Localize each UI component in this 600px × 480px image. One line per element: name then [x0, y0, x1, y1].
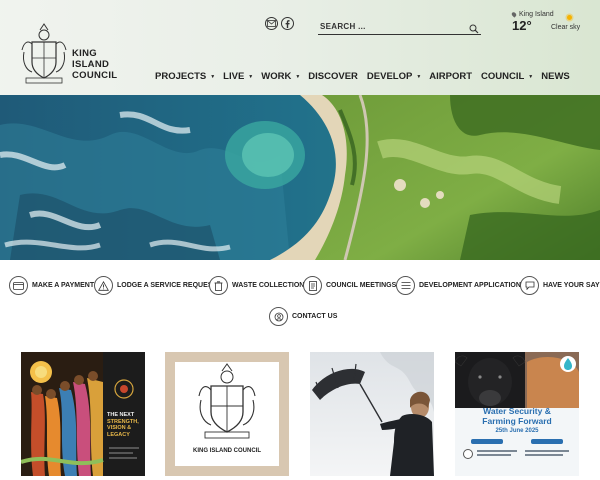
chevron-down-icon: ▼ — [528, 73, 534, 80]
card-title: Water Security & Farming Forward — [455, 406, 579, 426]
nav-news[interactable]: NEWS — [541, 71, 570, 82]
nav-airport-label: AIRPORT — [429, 71, 473, 82]
cattle-photo — [455, 352, 579, 408]
session-tag — [471, 439, 503, 444]
info-line — [525, 454, 563, 456]
council-crest-icon — [198, 363, 256, 439]
news-card-council[interactable]: KING ISLAND COUNCIL — [165, 352, 289, 476]
crest-panel: KING ISLAND COUNCIL — [175, 362, 279, 466]
nav-projects-label: PROJECTS — [155, 71, 207, 82]
nav-projects[interactable]: PROJECTS ▼ — [155, 71, 223, 82]
quick-link-waste-collection[interactable]: WASTE COLLECTION — [209, 276, 304, 295]
facebook-icon[interactable] — [281, 17, 294, 30]
quick-link-label: LODGE A SERVICE REQUEST — [117, 282, 217, 289]
nav-news-label: NEWS — [541, 71, 570, 82]
info-line — [477, 454, 511, 456]
bin-icon — [209, 276, 228, 295]
windy-umbrella-photo — [310, 352, 434, 476]
quick-link-label: HAVE YOUR SAY — [543, 282, 600, 289]
council-wordmark[interactable]: KING ISLAND COUNCIL — [72, 48, 117, 81]
quick-link-label: CONTACT US — [292, 313, 338, 320]
info-line — [525, 450, 569, 452]
quick-link-development-applications[interactable]: DEVELOPMENT APPLICATIONS — [396, 276, 526, 295]
weather-temperature: 12° — [512, 18, 532, 33]
nav-develop-label: DEVELOP — [366, 71, 413, 82]
news-card-weather[interactable] — [310, 352, 434, 476]
nav-develop[interactable]: DEVELOP ▼ — [367, 71, 429, 82]
search-placeholder: SEARCH ... — [320, 22, 366, 31]
quick-link-label: COUNCIL MEETINGS — [326, 282, 397, 289]
search-input[interactable]: SEARCH ... — [318, 20, 481, 35]
search-icon[interactable] — [469, 21, 479, 39]
hero-coast-illustration — [0, 95, 600, 260]
card-title-line-2: Farming Forward — [482, 416, 552, 426]
session-tag — [531, 439, 563, 444]
nav-live[interactable]: LIVE ▼ — [223, 71, 261, 82]
poster-line-4: LEGACY — [107, 431, 130, 438]
main-nav: PROJECTS ▼ LIVE ▼ WORK ▼ DISCOVER DEVELOP ▼ … — [155, 71, 570, 82]
quick-link-council-meetings[interactable]: COUNCIL MEETINGS — [303, 276, 396, 295]
poster-headline: THE NEXT STRENGTH, VISION & LEGACY — [107, 412, 143, 438]
quick-link-make-payment[interactable]: MAKE A PAYMENT — [9, 276, 94, 295]
wordmark-line-1: KING — [72, 48, 97, 59]
chevron-down-icon: ▼ — [210, 73, 216, 80]
weather-condition: Clear sky — [551, 24, 581, 31]
nav-live-label: LIVE — [223, 71, 245, 82]
crest-caption: KING ISLAND COUNCIL — [193, 448, 261, 454]
nav-council-label: COUNCIL — [481, 71, 525, 82]
chevron-down-icon: ▼ — [248, 73, 254, 80]
contact-icon — [269, 307, 288, 326]
hero-aerial-image — [0, 95, 600, 260]
card-date: 25th June 2025 — [495, 428, 539, 434]
payment-icon — [9, 276, 28, 295]
nav-work-label: WORK — [261, 71, 292, 82]
card-title-line-1: Water Security & — [483, 406, 551, 416]
nav-work[interactable]: WORK ▼ — [261, 71, 308, 82]
quick-link-label: DEVELOPMENT APPLICATIONS — [419, 282, 526, 289]
chevron-down-icon: ▼ — [416, 73, 422, 80]
nav-discover[interactable]: DISCOVER — [308, 71, 358, 82]
quick-link-have-your-say[interactable]: HAVE YOUR SAY — [520, 276, 600, 295]
warning-icon — [94, 276, 113, 295]
wordmark-line-2: ISLAND — [72, 59, 110, 70]
speech-bubble-icon — [520, 276, 539, 295]
council-crest-icon — [463, 449, 473, 459]
news-card-next-generation[interactable]: THE NEXT STRENGTH, VISION & LEGACY — [21, 352, 145, 476]
site-header: KING ISLAND COUNCIL SEARCH ... King Isla… — [0, 0, 600, 95]
nav-council[interactable]: COUNCIL ▼ — [481, 71, 541, 82]
applications-icon — [396, 276, 415, 295]
info-line — [477, 450, 517, 452]
location-pin-icon — [510, 11, 518, 18]
page: KING ISLAND COUNCIL SEARCH ... King Isla… — [0, 0, 600, 480]
quick-link-label: WASTE COLLECTION — [232, 282, 305, 289]
council-crest-logo[interactable] — [18, 22, 70, 84]
email-icon[interactable] — [265, 17, 278, 30]
nav-discover-label: DISCOVER — [308, 71, 358, 82]
document-icon — [303, 276, 322, 295]
nav-airport[interactable]: AIRPORT — [429, 71, 472, 82]
quick-link-contact-us[interactable]: CONTACT US — [269, 307, 337, 326]
sun-icon — [567, 15, 572, 20]
weather-location: King Island — [519, 11, 554, 18]
quick-link-service-request[interactable]: LODGE A SERVICE REQUEST — [94, 276, 217, 295]
news-card-water-security[interactable]: Water Security & Farming Forward 25th Ju… — [455, 352, 579, 476]
chevron-down-icon: ▼ — [295, 73, 301, 80]
quick-link-label: MAKE A PAYMENT — [32, 282, 95, 289]
wordmark-line-3: COUNCIL — [72, 70, 118, 81]
